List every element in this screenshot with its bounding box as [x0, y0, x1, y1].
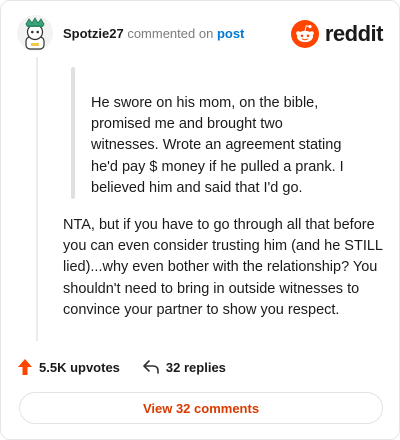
- post-link[interactable]: post: [217, 26, 244, 41]
- view-comments-button[interactable]: View 32 comments: [19, 392, 383, 424]
- upvote-button[interactable]: 5.5K upvotes: [17, 358, 120, 376]
- comment-card: Spotzie27 commented on post reddit He sw…: [0, 0, 400, 440]
- comment-header: Spotzie27 commented on post reddit: [17, 15, 385, 53]
- reddit-wordmark: reddit: [324, 21, 384, 46]
- quote-bar: [71, 67, 75, 199]
- reply-arrow-icon: [143, 360, 159, 374]
- snoo-avatar-icon[interactable]: [17, 15, 53, 51]
- reply-count: 32 replies: [165, 359, 226, 375]
- comment-body: NTA, but if you have to go through all t…: [63, 217, 383, 318]
- quoted-text: He swore on his mom, on the bible, promi…: [91, 95, 344, 196]
- action-bar: 5.5K upvotes 32 replies: [17, 357, 385, 377]
- thread-line: [36, 57, 38, 341]
- reply-button[interactable]: 32 replies: [142, 359, 226, 375]
- byline: Spotzie27 commented on post: [63, 26, 244, 41]
- upvote-arrow-icon: [18, 359, 32, 375]
- reddit-brand[interactable]: reddit: [290, 19, 384, 49]
- username[interactable]: Spotzie27: [63, 26, 124, 41]
- upvote-count: 5.5K upvotes: [39, 359, 120, 375]
- reddit-logo-icon: [290, 20, 319, 48]
- commented-on-text: commented on: [127, 26, 214, 41]
